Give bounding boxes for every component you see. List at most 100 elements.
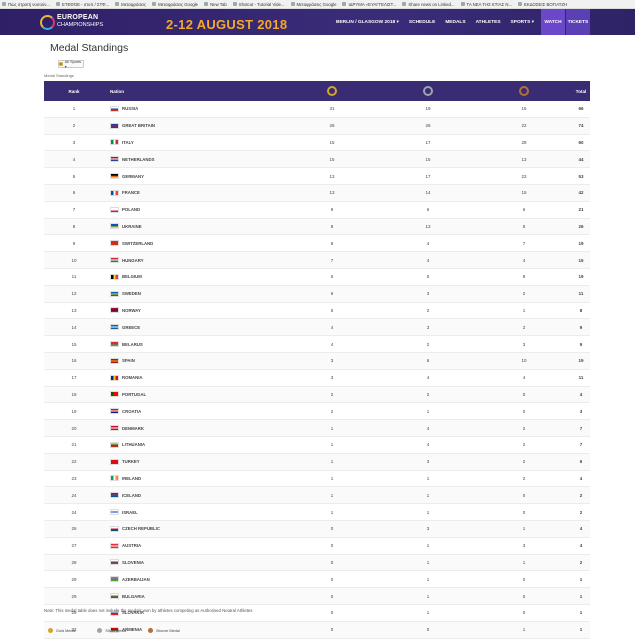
nation-cell[interactable]: BULGARIA <box>104 593 284 599</box>
logo-line1[interactable]: EUROPEAN <box>57 14 98 21</box>
nation-cell[interactable]: GREECE <box>104 324 284 331</box>
nation-name: BELARUS <box>122 341 143 347</box>
nav-item[interactable]: BERLIN / GLASGOW 2018 ▾ <box>336 20 399 25</box>
bookmark-item[interactable]: ΕΚΔΟΣΕΙΣ ΒΟΓΙΑΤΖΗ <box>518 2 567 7</box>
nation-name: ROMANIA <box>122 375 143 381</box>
sport-icon <box>59 62 63 66</box>
bookmark-favicon-icon <box>55 2 60 6</box>
rank-cell: 18 <box>71 391 77 397</box>
bookmark-item[interactable]: Μεταφράσεις Google <box>152 2 198 7</box>
bookmarks-bar: Πώς στρατή νοσούν... ΕΤΕΦΟΕ - στοπ / ΣΤΦ.… <box>0 0 635 9</box>
flag-icon <box>110 324 119 331</box>
watch-button[interactable]: WATCH <box>541 9 565 35</box>
nation-cell[interactable]: SWEDEN <box>104 290 284 297</box>
rank-cell: 22 <box>71 459 77 465</box>
nation-cell[interactable]: ITALY <box>104 139 284 146</box>
nation-cell[interactable]: HUNGARY <box>104 257 284 264</box>
sports-filter-dropdown[interactable]: All Sports ▾ <box>58 60 84 69</box>
header-silver[interactable] <box>380 86 476 96</box>
gold-count: 6 <box>330 274 334 280</box>
bookmark-label: Share news on Linked... <box>408 1 455 7</box>
nation-name: CZECH REPUBLIC <box>122 526 160 532</box>
gold-count: 2 <box>330 408 334 414</box>
nation-cell[interactable]: BELARUS <box>104 341 284 348</box>
header-rank[interactable]: Rank <box>44 89 104 94</box>
nation-name: SWEDEN <box>122 291 141 297</box>
nation-cell[interactable]: TURKEY <box>104 458 284 465</box>
bookmark-item[interactable]: Μεταφράσεις <box>115 2 146 7</box>
nav-item[interactable]: MEDALS <box>445 20 465 25</box>
nav-item[interactable]: SPORTS ▾ <box>511 20 534 25</box>
total-count: 7 <box>579 425 583 431</box>
nation-cell[interactable]: FRANCE <box>104 189 284 196</box>
total-count: 11 <box>578 291 584 297</box>
logo-icon[interactable] <box>40 15 55 30</box>
bronze-count: 4 <box>522 257 526 263</box>
nation-cell[interactable]: PORTUGAL <box>104 391 284 398</box>
rank-cell: 12 <box>71 291 77 297</box>
bookmark-favicon-icon <box>518 2 523 6</box>
silver-count: 4 <box>426 375 430 381</box>
nation-cell[interactable]: DENMARK <box>104 425 284 432</box>
rank-cell: 27 <box>71 543 77 549</box>
bookmark-label: New Tab <box>210 1 227 7</box>
total-count: 6 <box>579 459 583 465</box>
bookmark-item[interactable]: Share news on Linked... <box>402 1 455 7</box>
nation-cell[interactable]: CROATIA <box>104 408 284 415</box>
header-nation[interactable]: Nation <box>104 89 284 94</box>
nation-cell[interactable]: POLAND <box>104 206 284 213</box>
bookmark-item[interactable]: ΕΤΕΦΟΕ - στοπ / ΣΤΦ... <box>55 2 109 7</box>
nation-cell[interactable]: AZERBAIJAN <box>104 576 284 583</box>
header-total[interactable]: Total <box>572 89 590 94</box>
nation-cell[interactable]: SLOVENIA <box>104 559 284 566</box>
nation-cell[interactable]: ICELAND <box>104 492 284 499</box>
bookmark-item[interactable]: ΤΑ ΝΕΑ ΤΗΣ ΚΤΙΑΣ Ν... <box>460 2 512 7</box>
nation-cell[interactable]: NORWAY <box>104 307 284 314</box>
header-bronze[interactable] <box>476 86 572 96</box>
silver-count: 6 <box>426 207 430 213</box>
total-count: 9 <box>579 324 583 330</box>
nation-cell[interactable]: LITHUANIA <box>104 441 284 448</box>
bookmark-item[interactable]: Shotcut - Tutorial Vide... <box>232 1 285 7</box>
bookmark-item[interactable]: ΙΔΡΥΜΑ «ΕΥΑΓΓΕΛΙΣΤ... <box>342 2 396 7</box>
flag-icon <box>110 341 119 348</box>
nation-cell[interactable]: BELGIUM <box>104 273 284 280</box>
flag-icon <box>110 240 119 247</box>
nation-cell[interactable]: NETHERLANDS <box>104 156 284 163</box>
nav-item[interactable]: ATHLETES <box>476 20 501 25</box>
table-row: 7 POLAND 9 6 6 21 <box>44 202 590 219</box>
gold-count: 6 <box>330 291 334 297</box>
nation-cell[interactable]: IRELAND <box>104 475 284 482</box>
logo-line2[interactable]: CHAMPIONSHIPS <box>57 22 103 28</box>
nation-cell[interactable]: SWITZERLAND <box>104 240 284 247</box>
gold-count: 1 <box>330 459 334 465</box>
bookmark-item[interactable]: Μεταφράσεις Google <box>290 2 336 7</box>
bronze-count: 8 <box>522 274 526 280</box>
nation-cell[interactable]: ROMANIA <box>104 374 284 381</box>
total-count: 74 <box>578 123 584 129</box>
gold-count: 2 <box>330 391 334 397</box>
nation-cell[interactable]: CZECH REPUBLIC <box>104 525 284 532</box>
nation-cell[interactable]: UKRAINE <box>104 223 284 230</box>
nav-item[interactable]: SCHEDULE <box>409 20 435 25</box>
flag-icon <box>110 576 119 583</box>
bronze-count: 16 <box>521 106 527 112</box>
bronze-count: 22 <box>521 123 527 129</box>
nation-cell[interactable]: AUSTRIA <box>104 542 284 549</box>
nation-cell[interactable]: SPAIN <box>104 357 284 364</box>
bookmark-item[interactable]: New Tab <box>204 2 227 7</box>
bookmark-label: Shotcut - Tutorial Vide... <box>238 1 285 7</box>
nation-cell[interactable]: ISRAEL <box>104 509 284 516</box>
nation-cell[interactable]: RUSSIA <box>104 105 284 112</box>
bookmark-item[interactable]: Πώς στρατή νοσούν... <box>2 2 50 7</box>
bronze-count: 2 <box>522 459 526 465</box>
silver-count: 5 <box>426 274 430 280</box>
nation-cell[interactable]: GERMANY <box>104 173 284 180</box>
nation-cell[interactable]: GREAT BRITAIN <box>104 122 284 129</box>
bronze-count: 1 <box>522 307 526 313</box>
total-count: 2 <box>579 492 583 498</box>
tickets-button[interactable]: TICKETS <box>566 9 590 35</box>
flag-icon <box>110 173 119 180</box>
silver-count: 14 <box>425 190 431 196</box>
header-gold[interactable] <box>284 86 380 96</box>
